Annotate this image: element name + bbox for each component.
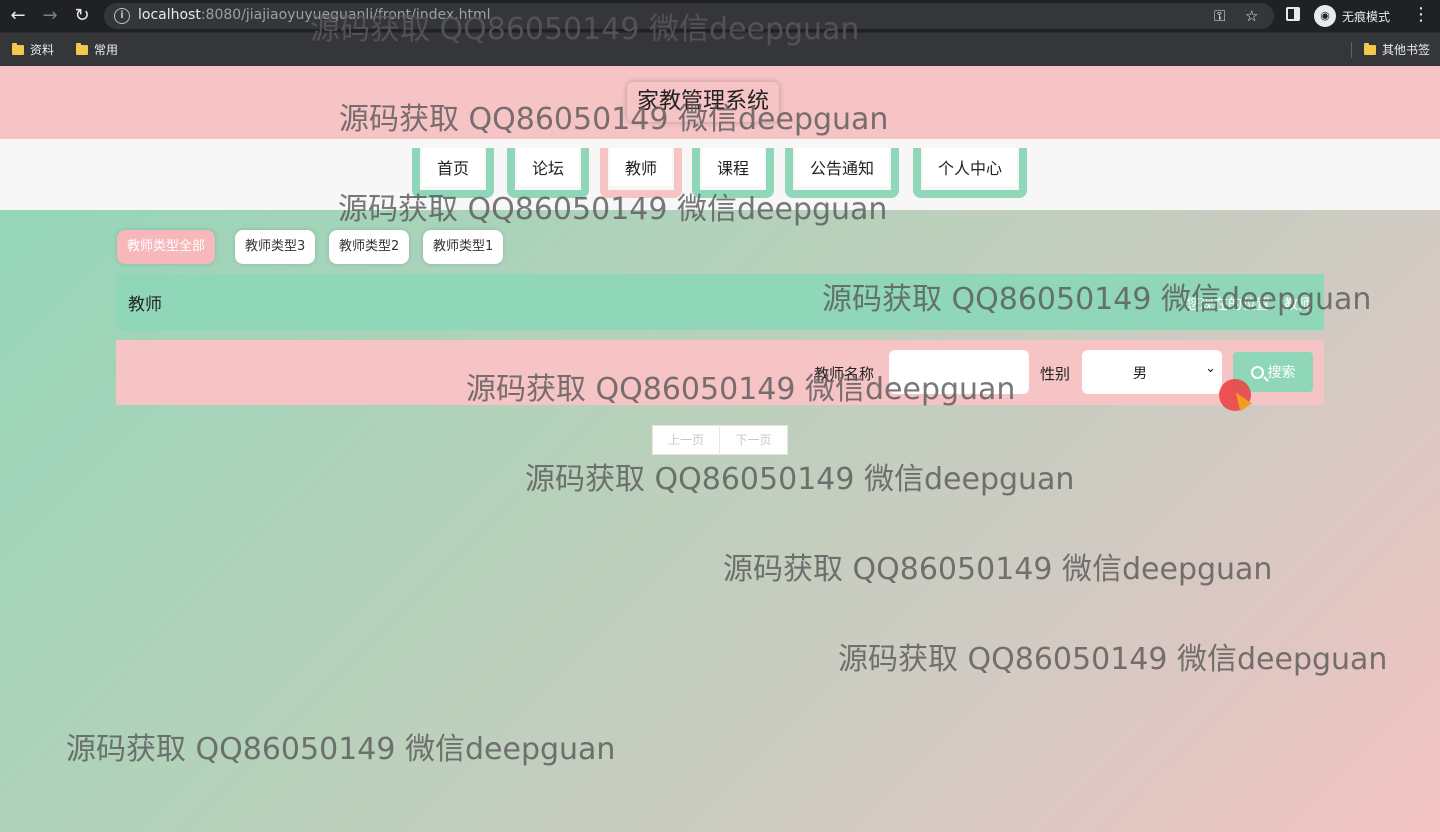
section-header: 教师 您现在的位置：教师 xyxy=(116,274,1324,330)
gender-label: 性别 xyxy=(1040,365,1071,383)
nav-course[interactable]: 课程 xyxy=(692,148,774,198)
chevron-down-icon: ⌄ xyxy=(1205,361,1216,376)
bookmarks-bar: 资料 常用 其他书签 xyxy=(0,32,1440,66)
nav-label: 个人中心 xyxy=(923,148,1017,186)
nav-label: 论坛 xyxy=(517,148,579,186)
star-icon[interactable]: ☆ xyxy=(1245,7,1258,25)
folder-icon xyxy=(76,42,88,55)
type-tag-all[interactable]: 教师类型全部 xyxy=(117,230,216,264)
folder-icon xyxy=(1364,42,1376,55)
nav-label: 公告通知 xyxy=(795,148,889,186)
gender-select[interactable]: 男 ⌄ xyxy=(1082,350,1222,394)
bookmark-label: 其他书签 xyxy=(1382,43,1431,57)
search-button-label: 搜索 xyxy=(1267,365,1296,381)
forward-icon[interactable]: → xyxy=(38,4,62,28)
nav-announcement[interactable]: 公告通知 xyxy=(785,148,899,198)
site-title: 家教管理系统 xyxy=(627,82,780,122)
incognito-label: 无痕模式 xyxy=(1342,9,1391,24)
nav-home[interactable]: 首页 xyxy=(412,148,494,198)
nav-personal-center[interactable]: 个人中心 xyxy=(913,148,1027,198)
nav-teacher[interactable]: 教师 xyxy=(600,148,682,198)
type-tag-1[interactable]: 教师类型1 xyxy=(423,230,504,264)
teacher-name-input[interactable] xyxy=(889,350,1029,394)
bookmark-folder[interactable]: 资料 xyxy=(12,41,54,58)
other-bookmarks[interactable]: 其他书签 xyxy=(1364,41,1430,58)
nav-label: 首页 xyxy=(422,148,484,186)
nav-forum[interactable]: 论坛 xyxy=(507,148,589,198)
key-icon[interactable]: ⚿ xyxy=(1214,7,1225,25)
section-title: 教师 xyxy=(128,295,162,315)
incognito-icon: ◉ xyxy=(1314,5,1336,27)
url-text[interactable]: localhost:8080/jiajiaoyuyueguanli/front/… xyxy=(138,7,491,23)
url-host: localhost xyxy=(138,7,201,23)
site-header: 家教管理系统 xyxy=(0,66,1440,139)
incognito-indicator[interactable]: ◉ 无痕模式 xyxy=(1314,4,1390,28)
divider xyxy=(1351,42,1352,58)
side-panel-icon[interactable] xyxy=(1286,7,1300,21)
site-info-icon[interactable]: i xyxy=(114,8,130,24)
breadcrumb: 您现在的位置：教师 xyxy=(1186,297,1312,313)
nav-label: 课程 xyxy=(702,148,764,186)
page-content: 家教管理系统 首页 论坛 教师 课程 公告通知 个人中心 教师类型全部 教师类型… xyxy=(0,66,1440,832)
search-icon xyxy=(1250,365,1264,379)
nav-label: 教师 xyxy=(610,148,672,186)
browser-toolbar: ← → ↻ i localhost:8080/jiajiaoyuyueguanl… xyxy=(0,0,1440,32)
search-bar: 教师名称 性别 男 ⌄ 搜索 xyxy=(116,340,1324,405)
back-icon[interactable]: ← xyxy=(6,4,30,28)
main-nav: 首页 论坛 教师 课程 公告通知 个人中心 xyxy=(0,139,1440,210)
address-bar[interactable]: i localhost:8080/jiajiaoyuyueguanli/fron… xyxy=(104,3,1274,29)
teacher-name-label: 教师名称 xyxy=(814,365,875,383)
gender-selected-value: 男 xyxy=(1133,366,1147,382)
prev-page-button[interactable]: 上一页 xyxy=(653,426,720,454)
reload-icon[interactable]: ↻ xyxy=(70,4,94,28)
bookmark-label: 常用 xyxy=(94,43,119,57)
type-tag-3[interactable]: 教师类型3 xyxy=(235,230,316,264)
bookmark-folder[interactable]: 常用 xyxy=(76,41,118,58)
url-path: :8080/jiajiaoyuyueguanli/front/index.htm… xyxy=(200,7,491,23)
folder-icon xyxy=(12,42,24,55)
next-page-button[interactable]: 下一页 xyxy=(720,426,787,454)
pagination: 上一页 下一页 xyxy=(652,425,788,455)
bookmark-label: 资料 xyxy=(30,43,55,57)
menu-icon[interactable]: ⋮ xyxy=(1412,4,1430,25)
type-tag-2[interactable]: 教师类型2 xyxy=(329,230,410,264)
